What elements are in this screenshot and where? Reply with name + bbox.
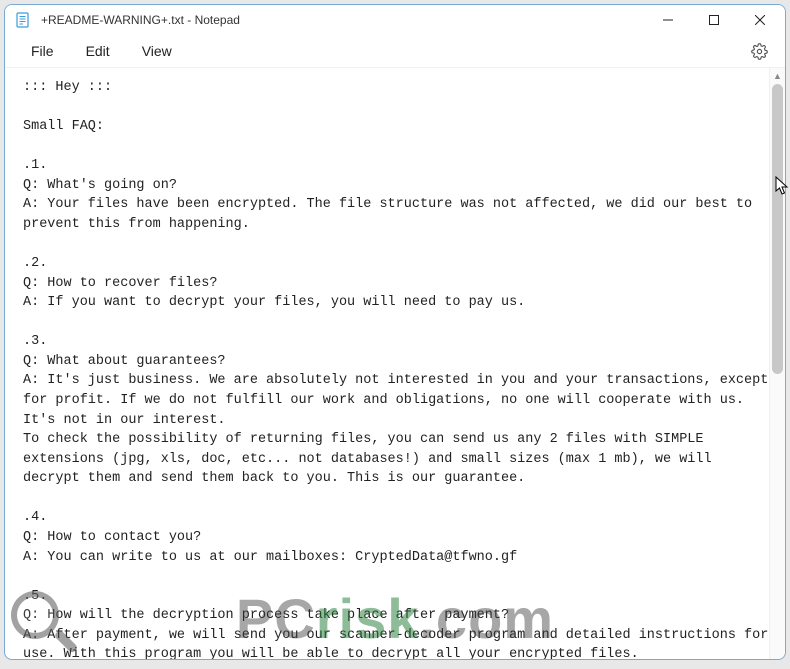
notepad-icon [15, 12, 31, 28]
menubar: File Edit View [5, 35, 785, 68]
settings-button[interactable] [743, 35, 775, 67]
scroll-up-arrow[interactable]: ▲ [770, 68, 785, 84]
vertical-scrollbar[interactable]: ▲ ▼ [769, 68, 785, 660]
text-editor[interactable]: ::: Hey ::: Small FAQ: .1. Q: What's goi… [5, 68, 769, 660]
minimize-button[interactable] [645, 5, 691, 35]
window-title: +README-WARNING+.txt - Notepad [41, 13, 645, 27]
menu-view[interactable]: View [126, 37, 188, 65]
menu-edit[interactable]: Edit [70, 37, 126, 65]
titlebar: +README-WARNING+.txt - Notepad [5, 5, 785, 35]
close-button[interactable] [737, 5, 783, 35]
editor-area: ::: Hey ::: Small FAQ: .1. Q: What's goi… [5, 68, 785, 660]
notepad-window: +README-WARNING+.txt - Notepad File Edit… [4, 4, 786, 660]
scroll-thumb[interactable] [772, 84, 783, 374]
menu-file[interactable]: File [15, 37, 70, 65]
scroll-down-arrow[interactable]: ▼ [770, 659, 785, 660]
maximize-button[interactable] [691, 5, 737, 35]
window-controls [645, 5, 783, 35]
